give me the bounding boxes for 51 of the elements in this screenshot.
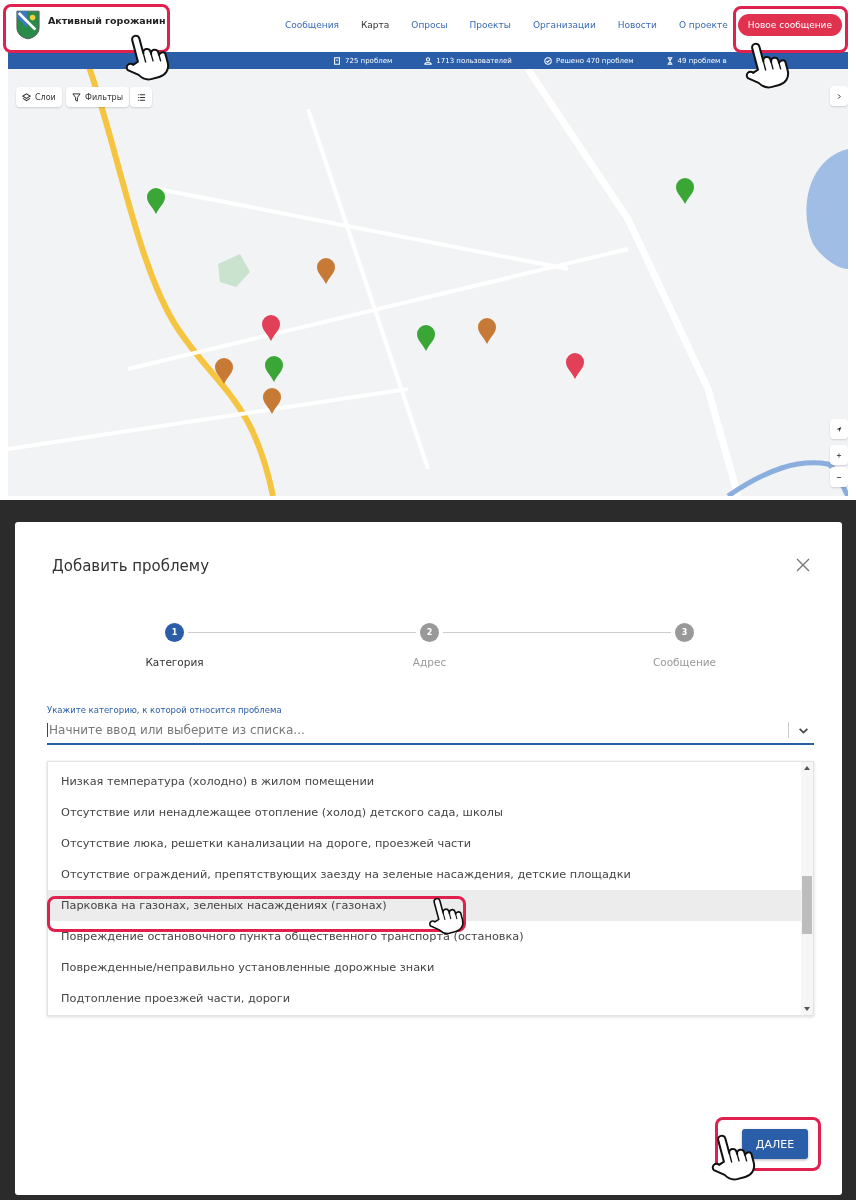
category-option[interactable]: Парковка на газонах, зеленых насаждениях (газонах) bbox=[48, 890, 801, 921]
filters-button[interactable]: Фильтры bbox=[66, 87, 129, 107]
users-icon bbox=[424, 56, 433, 65]
location-arrow-icon bbox=[836, 424, 842, 434]
close-button[interactable] bbox=[796, 558, 812, 574]
nav-link[interactable]: Проекты bbox=[469, 20, 511, 30]
nav-link[interactable]: Сообщения bbox=[284, 20, 339, 30]
step-number: 1 bbox=[165, 623, 184, 642]
category-option[interactable]: Повреждение остановочного пункта общественного транспорта (остановка) bbox=[48, 921, 801, 952]
scrollbar-thumb[interactable] bbox=[802, 876, 812, 934]
filter-icon bbox=[72, 92, 81, 102]
step-number: 3 bbox=[675, 623, 694, 642]
nav-link[interactable]: Опросы bbox=[411, 20, 448, 30]
category-option[interactable]: Поврежденные/неправильно установленные дорожные знаки bbox=[48, 952, 801, 983]
field-label: Укажите категорию, к которой относится проблема bbox=[47, 705, 282, 715]
dialog-title: Добавить проблему bbox=[52, 557, 210, 575]
scroll-up-icon[interactable] bbox=[803, 764, 811, 772]
nav-link[interactable]: О проекте bbox=[678, 20, 728, 30]
category-input[interactable]: Начните ввод или выберите из списка... bbox=[47, 723, 788, 737]
solved-icon bbox=[543, 56, 552, 65]
category-option[interactable]: Отсутствие ограждений, препятствующих заезду на зеленые насаждения, детские площадки bbox=[48, 859, 801, 890]
step-label: Категория bbox=[145, 656, 204, 668]
plus-icon bbox=[836, 450, 842, 460]
pending-icon bbox=[665, 56, 674, 65]
layers-icon bbox=[22, 92, 31, 102]
new-message-button[interactable]: Новое сообщение bbox=[737, 14, 842, 36]
layers-button[interactable]: Слои bbox=[16, 87, 62, 107]
scroll-down-icon[interactable] bbox=[803, 1005, 811, 1013]
step-label: Адрес bbox=[412, 656, 447, 668]
coat-of-arms-icon bbox=[16, 10, 40, 40]
chevron-right-icon bbox=[836, 91, 842, 101]
problems-icon bbox=[333, 56, 341, 65]
category-option[interactable]: Отсутствие или ненадлежащее отопление (холод) детского сада, школы bbox=[48, 797, 801, 828]
zoom-out-button[interactable] bbox=[830, 467, 848, 487]
nav-link[interactable]: Организации bbox=[532, 20, 596, 30]
category-option[interactable]: Подтопление проезжей части, дороги bbox=[48, 983, 801, 1014]
list-icon bbox=[136, 92, 146, 102]
site-title: Активный горожанин bbox=[48, 14, 166, 26]
step-label: Сообщение bbox=[652, 656, 717, 668]
next-button[interactable]: ДАЛЕЕ bbox=[742, 1129, 808, 1159]
category-option[interactable]: Отсутствие люка, решетки канализации на дороге, проезжей части bbox=[48, 828, 801, 859]
zoom-in-button[interactable] bbox=[830, 445, 848, 465]
step-number: 2 bbox=[420, 623, 439, 642]
category-option[interactable]: Низкая температура (холодно) в жилом помещении bbox=[48, 766, 801, 797]
nav-link[interactable]: Новости bbox=[617, 20, 657, 30]
close-icon bbox=[796, 558, 810, 572]
scrollbar[interactable] bbox=[801, 762, 813, 1015]
list-view-button[interactable] bbox=[130, 87, 152, 107]
locate-button[interactable] bbox=[830, 419, 848, 439]
expand-panel-button[interactable] bbox=[830, 86, 848, 106]
nav-link[interactable]: Карта bbox=[360, 20, 390, 30]
